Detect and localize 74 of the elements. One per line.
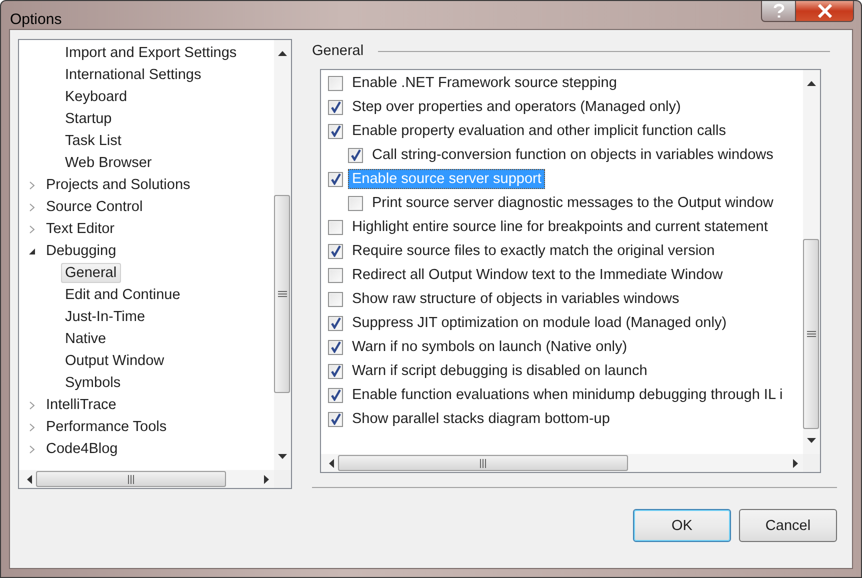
checkbox[interactable] [328,244,343,258]
right-arrow-icon[interactable] [793,458,799,468]
checkbox[interactable] [348,148,363,162]
expanded-arrow-icon[interactable] [28,246,36,256]
scrollbar-corner [274,470,291,488]
option-label[interactable]: Call string-conversion function on objects in variables windows [368,145,778,165]
tree-item[interactable]: General [61,263,121,283]
tree-item[interactable]: Output Window [61,351,168,371]
tree-item[interactable]: Web Browser [61,153,156,173]
checkbox[interactable] [328,172,343,186]
option-label[interactable]: Warn if script debugging is disabled on launch [348,361,652,381]
left-arrow-icon[interactable] [328,458,334,468]
tree-item[interactable]: Task List [61,131,126,151]
tree-item[interactable]: Source Control [42,197,147,217]
grip-icon[interactable] [806,330,816,338]
tree-item[interactable]: Startup [61,109,116,129]
ok-button[interactable]: OK [633,509,731,542]
checkbox[interactable] [328,124,343,138]
checkbox[interactable] [348,196,363,210]
checkbox[interactable] [328,76,343,90]
down-arrow-icon[interactable] [278,454,287,460]
option-label[interactable]: Enable property evaluation and other implicit function calls [348,121,730,141]
right-arrow-icon[interactable] [264,474,270,484]
tree-item[interactable]: Debugging [42,241,120,261]
horizontal-scrollbar[interactable] [321,454,820,472]
cancel-button[interactable]: Cancel [739,509,837,542]
option-label[interactable]: Highlight entire source line for breakpoints and current statement [348,217,772,237]
left-arrow-icon[interactable] [26,474,32,484]
option-label[interactable]: Suppress JIT optimization on module load (Managed only) [348,313,731,333]
tree-item[interactable]: Import and Export Settings [61,43,241,63]
vertical-scrollbar[interactable] [803,70,820,454]
help-button[interactable] [761,1,796,22]
checkbox[interactable] [328,340,343,354]
grip-icon[interactable] [278,290,286,298]
option-label[interactable]: Enable function evaluations when minidump debugging through IL i [348,385,787,405]
grip-icon[interactable] [479,458,487,468]
down-arrow-icon[interactable] [807,438,816,444]
option-label[interactable]: Show raw structure of objects in variables windows [348,289,684,309]
checkbox[interactable] [328,412,343,426]
horizontal-scrollbar[interactable] [19,470,291,488]
tree-item[interactable]: Text Editor [42,219,118,239]
checkbox[interactable] [328,316,343,330]
checkbox[interactable] [328,364,343,378]
up-arrow-icon[interactable] [807,80,816,86]
tree-item[interactable]: Code4Blog [42,439,122,459]
option-label[interactable]: Step over properties and operators (Managed only) [348,97,685,117]
scrollbar-corner [803,454,820,472]
grip-icon[interactable] [127,474,135,484]
tree-item[interactable]: Projects and Solutions [42,175,194,195]
tree-item[interactable]: Symbols [61,373,125,393]
group-heading: General [312,43,364,59]
option-label[interactable]: Require source files to exactly match the original version [348,241,719,261]
close-button[interactable] [796,1,854,22]
tree-item[interactable]: Native [61,329,110,349]
vertical-scrollbar[interactable] [274,40,291,470]
up-arrow-icon[interactable] [278,50,287,56]
tree-item[interactable]: Performance Tools [42,417,171,437]
checkbox[interactable] [328,388,343,402]
window-title: Options [10,11,62,28]
option-label[interactable]: Print source server diagnostic messages to the Output window [368,193,778,213]
checkbox[interactable] [328,292,343,306]
tree-item[interactable]: Keyboard [61,87,132,107]
tree-item[interactable]: Just-In-Time [61,307,150,327]
checkbox[interactable] [328,268,343,282]
option-label[interactable]: Show parallel stacks diagram bottom-up [348,409,614,429]
option-label[interactable]: Warn if no symbols on launch (Native only) [348,337,632,357]
option-label[interactable]: Redirect all Output Window text to the Immediate Window [348,265,727,285]
checkbox[interactable] [328,100,343,114]
close-icon[interactable] [816,4,832,18]
checkbox[interactable] [328,220,343,234]
tree-item[interactable]: Edit and Continue [61,285,184,305]
option-label[interactable]: Enable .NET Framework source stepping [348,73,621,93]
tree-item[interactable]: International Settings [61,65,206,85]
tree-item[interactable]: IntelliTrace [42,395,120,415]
